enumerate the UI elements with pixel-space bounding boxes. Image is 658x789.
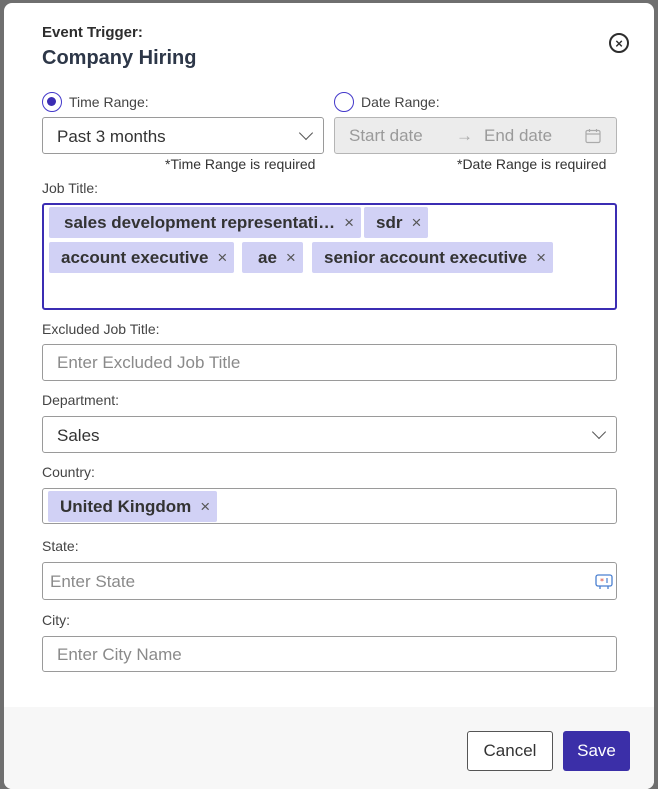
- excluded-job-title-label: Excluded Job Title:: [42, 321, 160, 337]
- time-range-radio[interactable]: [42, 92, 62, 112]
- job-title-input[interactable]: sales development representati… × sdr × ac…: [42, 203, 617, 310]
- country-tag: United Kingdom ×: [48, 491, 218, 522]
- remove-tag-icon[interactable]: ×: [536, 248, 546, 268]
- chevron-down-icon: [298, 125, 314, 141]
- remove-tag-icon[interactable]: ×: [200, 497, 210, 517]
- start-date-input[interactable]: Start date: [349, 126, 423, 146]
- autofill-icon: *: [595, 574, 613, 589]
- chevron-down-icon: [591, 424, 607, 440]
- department-select[interactable]: Sales: [42, 416, 617, 453]
- job-title-tag: sales development representati… ×: [49, 207, 362, 238]
- department-value: Sales: [57, 426, 100, 445]
- date-range-arrow-icon: →: [456, 126, 473, 145]
- job-title-tag: ae ×: [242, 242, 303, 273]
- svg-text:*: *: [600, 577, 604, 586]
- country-input[interactable]: United Kingdom ×: [42, 488, 617, 524]
- state-input[interactable]: Enter State *: [42, 562, 617, 600]
- modal-subtitle: Event Trigger:: [42, 24, 143, 41]
- date-range-label: Date Range:: [361, 94, 440, 110]
- job-title-tag: sdr ×: [364, 207, 429, 238]
- city-input[interactable]: Enter City Name: [42, 636, 617, 672]
- time-range-label: Time Range:: [69, 94, 149, 110]
- country-label: Country:: [42, 464, 95, 480]
- remove-tag-icon[interactable]: ×: [411, 213, 421, 233]
- modal-title: Company Hiring: [42, 47, 197, 69]
- event-trigger-modal: Event Trigger: Company Hiring × Time Ran…: [4, 3, 654, 789]
- close-icon[interactable]: ×: [609, 33, 629, 53]
- job-title-tag: senior account executive ×: [312, 242, 554, 273]
- time-range-select[interactable]: Past 3 months: [42, 117, 324, 154]
- job-title-label: Job Title:: [42, 180, 99, 196]
- department-label: Department:: [42, 392, 120, 408]
- date-range-picker[interactable]: Start date → End date: [334, 117, 617, 154]
- remove-tag-icon[interactable]: ×: [217, 248, 227, 268]
- time-range-value: Past 3 months: [57, 127, 166, 146]
- calendar-icon: [585, 129, 601, 144]
- time-range-required-note: *Time Range is required: [165, 156, 316, 172]
- state-label: State:: [42, 538, 79, 554]
- city-label: City:: [42, 612, 70, 628]
- modal-footer: Cancel Save: [4, 707, 654, 789]
- save-button[interactable]: Save: [563, 731, 630, 771]
- remove-tag-icon[interactable]: ×: [286, 248, 296, 268]
- excluded-job-title-input[interactable]: Enter Excluded Job Title: [42, 344, 617, 381]
- date-range-required-note: *Date Range is required: [457, 156, 607, 172]
- remove-tag-icon[interactable]: ×: [344, 213, 354, 233]
- date-range-radio[interactable]: [334, 92, 354, 112]
- cancel-button[interactable]: Cancel: [467, 731, 553, 771]
- job-title-tag: account executive ×: [49, 242, 235, 273]
- end-date-input[interactable]: End date: [484, 126, 552, 146]
